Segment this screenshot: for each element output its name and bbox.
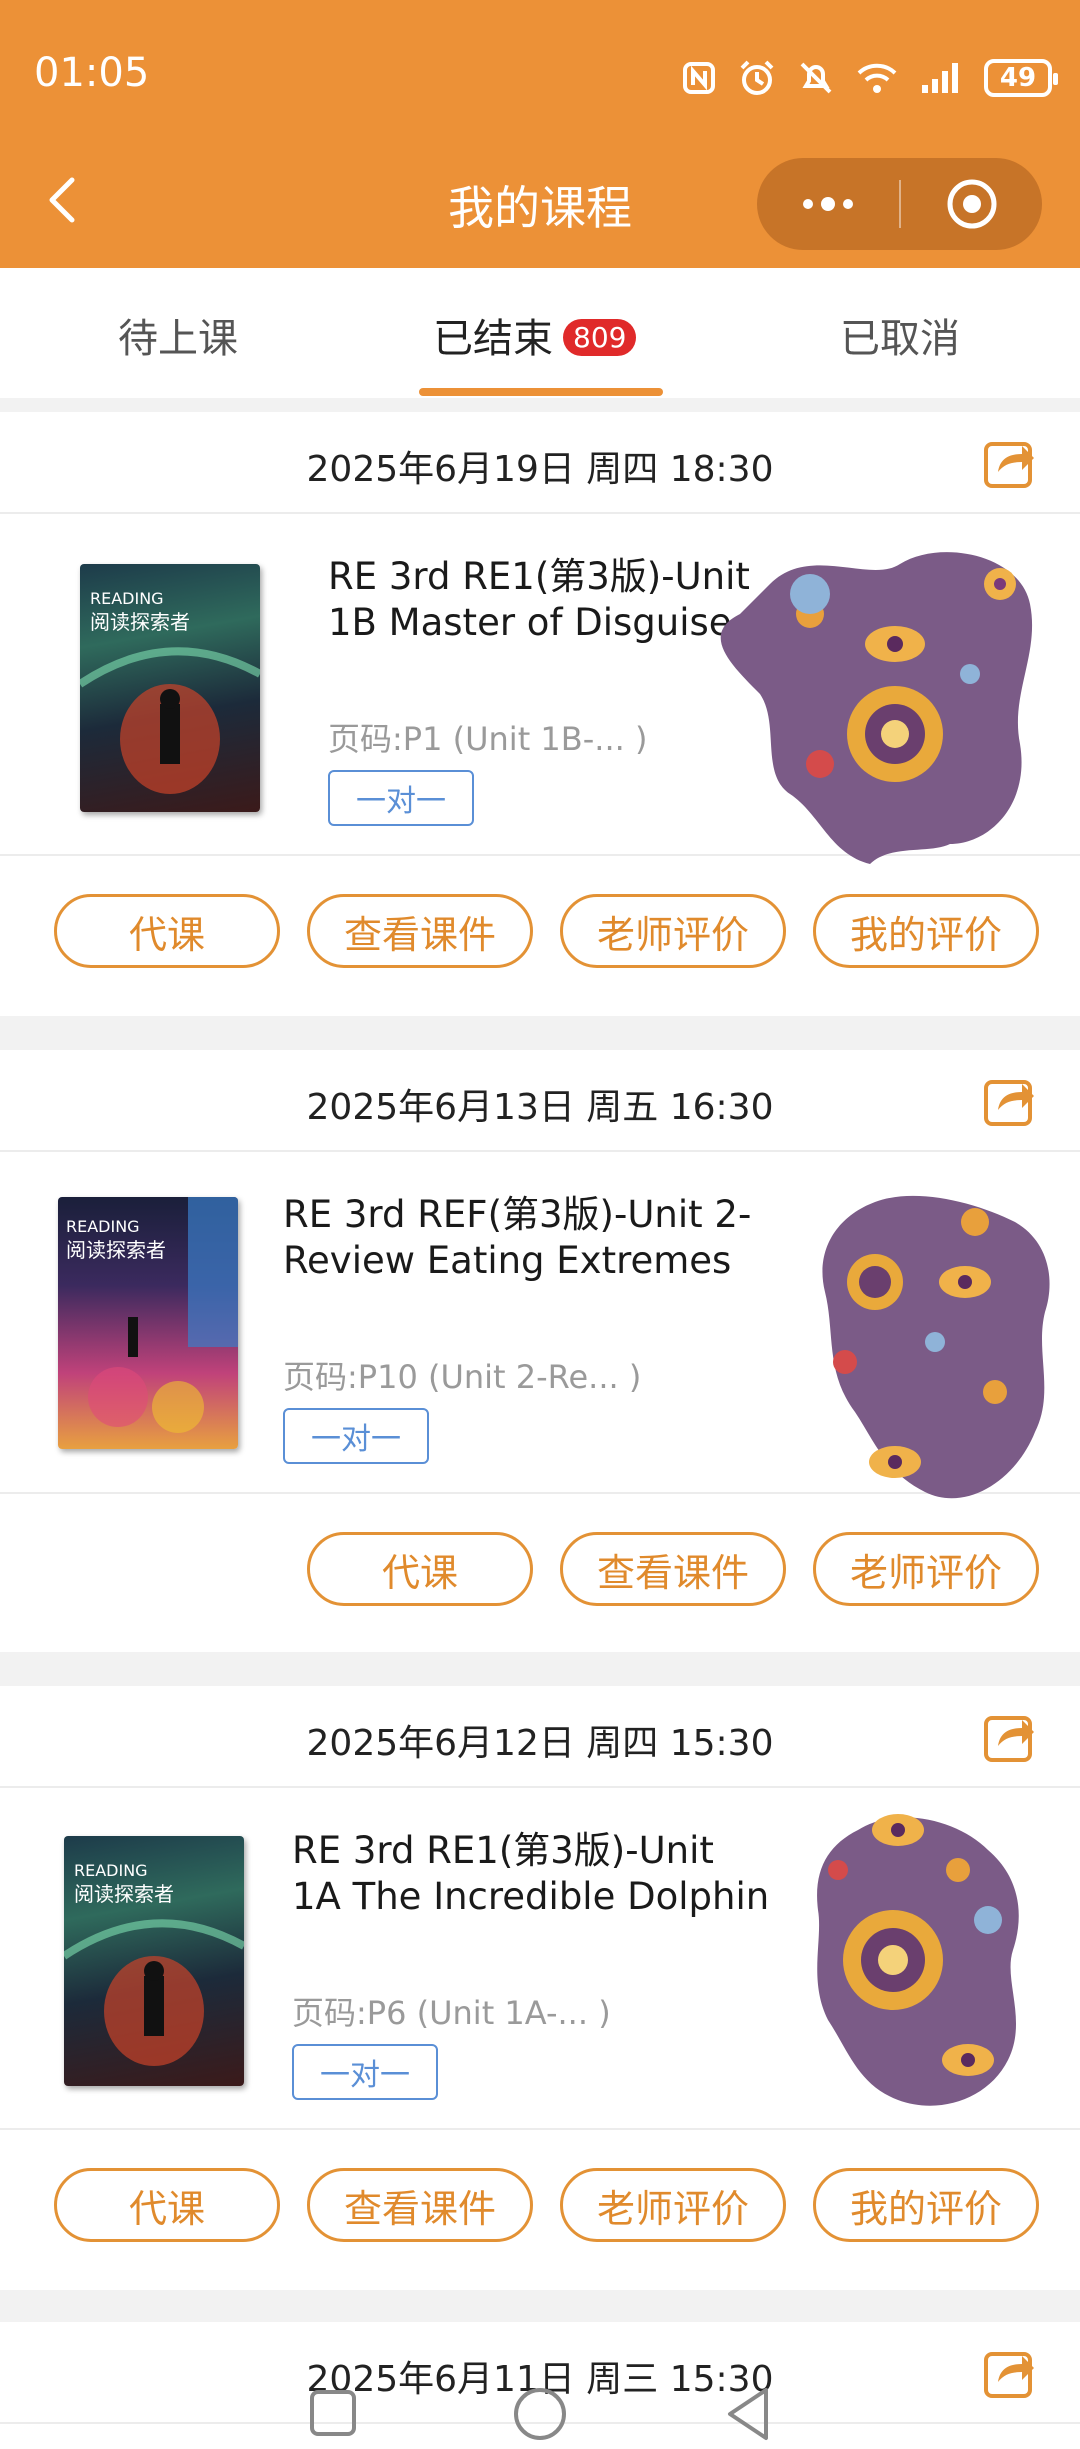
course-card: 2025年6月13日 周五 16:30 READING 阅读探索者 RE 3rd …	[0, 1050, 1080, 1652]
course-title: RE 3rd REF(第3版)-Unit 2- Review Eating Ex…	[283, 1192, 751, 1284]
back-nav-icon[interactable]	[722, 2386, 774, 2442]
page-info: 页码:P1 (Unit 1B-... )	[328, 720, 648, 758]
battery-indicator: 49	[984, 59, 1058, 97]
app-header: 01:05 49 我的课程	[0, 0, 1080, 268]
share-icon[interactable]	[982, 1072, 1038, 1128]
teacher-review-button[interactable]: 老师评价	[560, 2168, 786, 2242]
close-mini-program-button[interactable]	[901, 158, 1042, 250]
svg-text:READING: READING	[90, 589, 164, 608]
page-info: 页码:P6 (Unit 1A-... )	[292, 1994, 611, 2032]
card-date-row: 2025年6月12日 周四 15:30	[0, 1686, 1080, 1788]
course-title-line2: Review Eating Extremes	[283, 1239, 732, 1282]
status-icons: 49	[682, 50, 1058, 106]
class-date: 2025年6月13日 周五 16:30	[306, 1087, 774, 1128]
recent-apps-icon[interactable]	[306, 2386, 360, 2440]
class-type-tag: 一对一	[283, 1408, 429, 1464]
book-cover: READING 阅读探索者	[80, 564, 260, 812]
action-buttons: 代课 查看课件 老师评价	[0, 1492, 1080, 1652]
book-cover-art: READING 阅读探索者	[80, 589, 260, 794]
svg-text:READING: READING	[66, 1217, 140, 1236]
wifi-icon	[857, 63, 897, 93]
home-icon[interactable]	[512, 2386, 568, 2442]
sticker-image	[822, 1195, 1050, 1499]
tab-upcoming[interactable]: 待上课	[118, 306, 238, 364]
action-buttons: 代课 查看课件 老师评价 我的评价	[0, 2128, 1080, 2288]
view-courseware-button[interactable]: 查看课件	[560, 1532, 786, 1606]
mute-bell-icon	[800, 62, 832, 94]
class-date: 2025年6月19日 周四 18:30	[306, 449, 774, 490]
course-title-line2: 1B Master of Disguise	[328, 601, 732, 644]
sticker-image	[720, 552, 1033, 864]
svg-text:阅读探索者: 阅读探索者	[74, 1882, 174, 1906]
view-courseware-button[interactable]: 查看课件	[307, 2168, 533, 2242]
share-icon[interactable]	[982, 1708, 1038, 1764]
svg-text:阅读探索者: 阅读探索者	[90, 610, 190, 634]
tab-ended[interactable]: 已结束 809	[433, 306, 637, 364]
status-time: 01:05	[34, 50, 150, 96]
view-courseware-button[interactable]: 查看课件	[307, 894, 533, 968]
tab-cancelled[interactable]: 已取消	[840, 306, 960, 364]
class-date: 2025年6月12日 周四 15:30	[306, 1723, 774, 1764]
system-nav-bar	[0, 2368, 1080, 2449]
book-cover-art: READING 阅读探索者	[64, 1861, 244, 2066]
sticker-image	[817, 1814, 1019, 2106]
class-type-tag: 一对一	[292, 2044, 438, 2100]
active-tab-indicator	[419, 388, 663, 396]
svg-text:READING: READING	[74, 1861, 148, 1880]
more-dots-icon	[803, 197, 853, 211]
card-date-row: 2025年6月19日 周四 18:30	[0, 412, 1080, 514]
tab-ended-label: 已结束	[433, 316, 553, 362]
course-title-line1: RE 3rd REF(第3版)-Unit 2-	[283, 1193, 752, 1236]
share-icon[interactable]	[982, 434, 1038, 490]
course-title-line2: 1A The Incredible Dolphin	[292, 1875, 770, 1918]
class-type-tag: 一对一	[328, 770, 474, 826]
action-buttons: 代课 查看课件 老师评价 我的评价	[0, 854, 1080, 1014]
course-title-line1: RE 3rd RE1(第3版)-Unit	[328, 555, 750, 598]
book-cover: READING 阅读探索者	[58, 1197, 238, 1449]
ended-count-badge: 809	[563, 318, 637, 356]
course-title-line1: RE 3rd RE1(第3版)-Unit	[292, 1829, 714, 1872]
card-body[interactable]: READING 阅读探索者 RE 3rd RE1(第3版)-Unit 1B Mas…	[0, 514, 1080, 864]
svg-text:阅读探索者: 阅读探索者	[66, 1238, 166, 1262]
signal-icon	[922, 63, 958, 93]
teacher-review-button[interactable]: 老师评价	[560, 894, 786, 968]
card-date-row: 2025年6月13日 周五 16:30	[0, 1050, 1080, 1152]
book-cover-art: READING 阅读探索者	[66, 1197, 238, 1433]
tab-bar: 待上课 已结束 809 已取消	[0, 268, 1080, 398]
course-card: 2025年6月19日 周四 18:30 READING 阅读探索者 RE 3rd …	[0, 412, 1080, 1016]
mini-program-capsule	[757, 158, 1042, 250]
nfc-icon	[683, 62, 715, 94]
page-info: 页码:P10 (Unit 2-Re... )	[283, 1358, 642, 1396]
card-body[interactable]: READING 阅读探索者 RE 3rd REF(第3版)-Unit 2- Rev…	[0, 1152, 1080, 1499]
my-review-button[interactable]: 我的评价	[813, 894, 1039, 968]
course-card: 2025年6月12日 周四 15:30 READING 阅读探索者 RE 3rd …	[0, 1686, 1080, 2290]
course-title: RE 3rd RE1(第3版)-Unit 1A The Incredible D…	[292, 1828, 769, 1920]
substitute-class-button[interactable]: 代课	[54, 894, 280, 968]
substitute-class-button[interactable]: 代课	[307, 1532, 533, 1606]
teacher-review-button[interactable]: 老师评价	[813, 1532, 1039, 1606]
my-review-button[interactable]: 我的评价	[813, 2168, 1039, 2242]
course-title: RE 3rd RE1(第3版)-Unit 1B Master of Disgui…	[328, 554, 750, 646]
more-button[interactable]	[757, 158, 899, 250]
book-cover: READING 阅读探索者	[64, 1836, 244, 2086]
target-icon	[947, 179, 996, 229]
card-body[interactable]: READING 阅读探索者 RE 3rd RE1(第3版)-Unit 1A The…	[0, 1788, 1080, 2130]
alarm-icon	[740, 60, 774, 95]
substitute-class-button[interactable]: 代课	[54, 2168, 280, 2242]
